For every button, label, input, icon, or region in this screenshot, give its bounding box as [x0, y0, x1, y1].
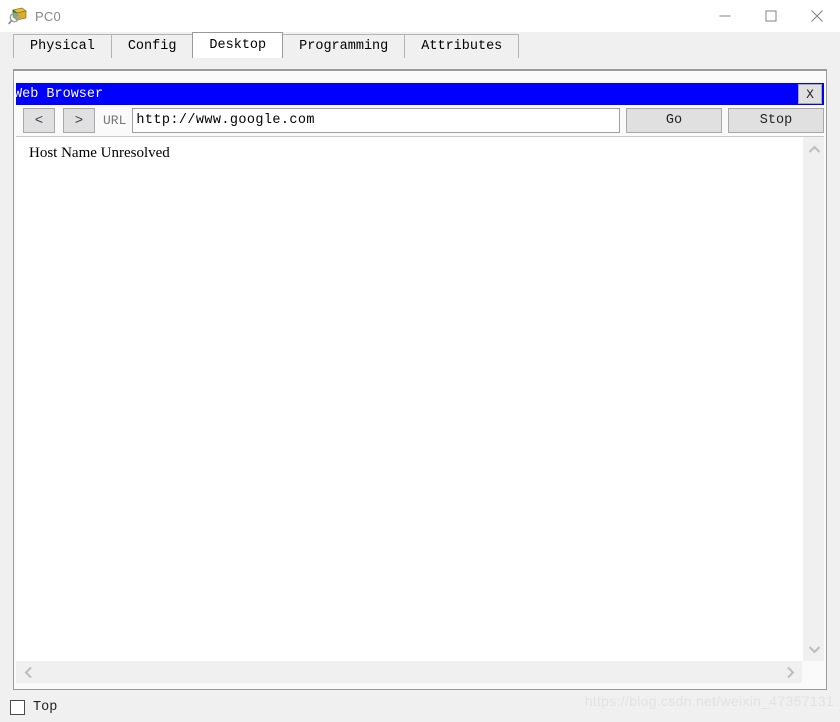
page-message: Host Name Unresolved [29, 145, 170, 161]
desktop-panel: Web Browser X < > URL http://www.google.… [13, 69, 827, 690]
tab-attributes[interactable]: Attributes [404, 34, 520, 58]
vertical-scrollbar[interactable] [802, 137, 824, 661]
scroll-up-button[interactable] [803, 139, 825, 159]
scroll-right-button[interactable] [780, 661, 800, 683]
web-browser-window: Web Browser X < > URL http://www.google.… [14, 83, 824, 683]
horizontal-scrollbar[interactable] [16, 661, 802, 683]
back-button[interactable]: < [23, 108, 55, 133]
browser-close-button[interactable]: X [798, 84, 822, 104]
url-label: URL [103, 113, 127, 128]
scrollbar-corner [802, 661, 824, 683]
window-title: PC0 [35, 8, 61, 24]
browser-titlebar: Web Browser X [14, 83, 824, 105]
top-checkbox-label: Top [33, 699, 58, 715]
close-icon [811, 10, 823, 22]
window-controls [702, 0, 840, 32]
pc-device-icon [8, 6, 28, 26]
window-titlebar: PC0 [0, 0, 840, 32]
minimize-button[interactable] [702, 0, 748, 32]
tab-config[interactable]: Config [110, 34, 194, 58]
browser-document-area: Host Name Unresolved [16, 137, 802, 661]
chevron-right-icon [786, 666, 794, 678]
chevron-down-icon [808, 645, 820, 653]
scroll-down-button[interactable] [803, 639, 825, 659]
tab-desktop[interactable]: Desktop [192, 32, 284, 58]
go-button[interactable]: Go [626, 108, 722, 133]
chevron-left-icon [24, 666, 32, 678]
close-button[interactable] [794, 0, 840, 32]
forward-button[interactable]: > [63, 108, 95, 133]
watermark-text: https://blog.csdn.net/weixin_47357131 [584, 693, 834, 709]
chevron-up-icon [808, 145, 820, 153]
stop-button[interactable]: Stop [728, 108, 824, 133]
maximize-button[interactable] [748, 0, 794, 32]
browser-document-wrapper: Host Name Unresolved [16, 136, 824, 683]
browser-toolbar: < > URL http://www.google.com Go Stop [16, 105, 824, 136]
tab-programming[interactable]: Programming [282, 34, 406, 58]
minimize-icon [719, 15, 731, 17]
maximize-icon [765, 10, 777, 22]
tab-strip: Physical Config Desktop Programming Attr… [0, 32, 840, 58]
top-checkbox[interactable] [10, 699, 25, 715]
tab-physical[interactable]: Physical [13, 34, 112, 58]
scroll-left-button[interactable] [18, 661, 38, 683]
url-input[interactable]: http://www.google.com [132, 108, 620, 133]
browser-title: Web Browser [14, 86, 104, 102]
